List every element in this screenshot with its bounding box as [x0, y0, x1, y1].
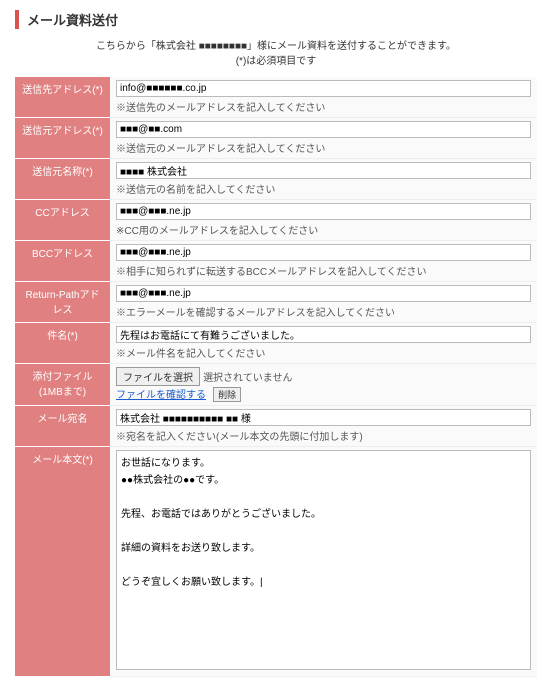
label-body: メール本文(*): [15, 447, 110, 677]
file-select-button[interactable]: ファイルを選択: [116, 367, 200, 386]
hint-from: ※送信元のメールアドレスを記入してください: [116, 140, 531, 155]
intro-text: こちらから「株式会社 ■■■■■■■■」様にメール資料を送付することができます。…: [15, 39, 537, 69]
label-cc: CCアドレス: [15, 200, 110, 241]
label-subject: 件名(*): [15, 323, 110, 364]
input-bcc[interactable]: [116, 244, 531, 261]
label-addressee: メール宛名: [15, 406, 110, 447]
file-confirm-link[interactable]: ファイルを確認する: [116, 390, 206, 401]
input-from[interactable]: [116, 121, 531, 138]
page-title: メール資料送付: [15, 10, 537, 29]
textarea-body[interactable]: [116, 450, 531, 670]
hint-return: ※エラーメールを確認するメールアドレスを記入してください: [116, 304, 531, 319]
input-addressee[interactable]: [116, 409, 531, 426]
label-fromname: 送信元名称(*): [15, 159, 110, 200]
hint-addressee: ※宛名を記入ください(メール本文の先頭に付加します): [116, 428, 531, 443]
form-table: 送信先アドレス(*) ※送信先のメールアドレスを記入してください 送信元アドレス…: [15, 77, 537, 677]
label-bcc: BCCアドレス: [15, 241, 110, 282]
label-to: 送信先アドレス(*): [15, 77, 110, 118]
hint-subject: ※メール件名を記入してください: [116, 345, 531, 360]
input-cc[interactable]: [116, 203, 531, 220]
hint-bcc: ※相手に知られずに転送するBCCメールアドレスを記入してください: [116, 263, 531, 278]
hint-cc: ※CC用のメールアドレスを記入してください: [116, 222, 531, 237]
file-delete-button[interactable]: 削除: [213, 387, 241, 402]
hint-fromname: ※送信元の名前を記入してください: [116, 181, 531, 196]
hint-to: ※送信先のメールアドレスを記入してください: [116, 99, 531, 114]
input-return[interactable]: [116, 285, 531, 302]
label-attach: 添付ファイル (1MBまで): [15, 364, 110, 406]
file-status: 選択されていません: [203, 373, 292, 384]
label-from: 送信元アドレス(*): [15, 118, 110, 159]
input-fromname[interactable]: [116, 162, 531, 179]
label-return: Return-Pathアドレス: [15, 282, 110, 323]
input-to[interactable]: [116, 80, 531, 97]
input-subject[interactable]: [116, 326, 531, 343]
